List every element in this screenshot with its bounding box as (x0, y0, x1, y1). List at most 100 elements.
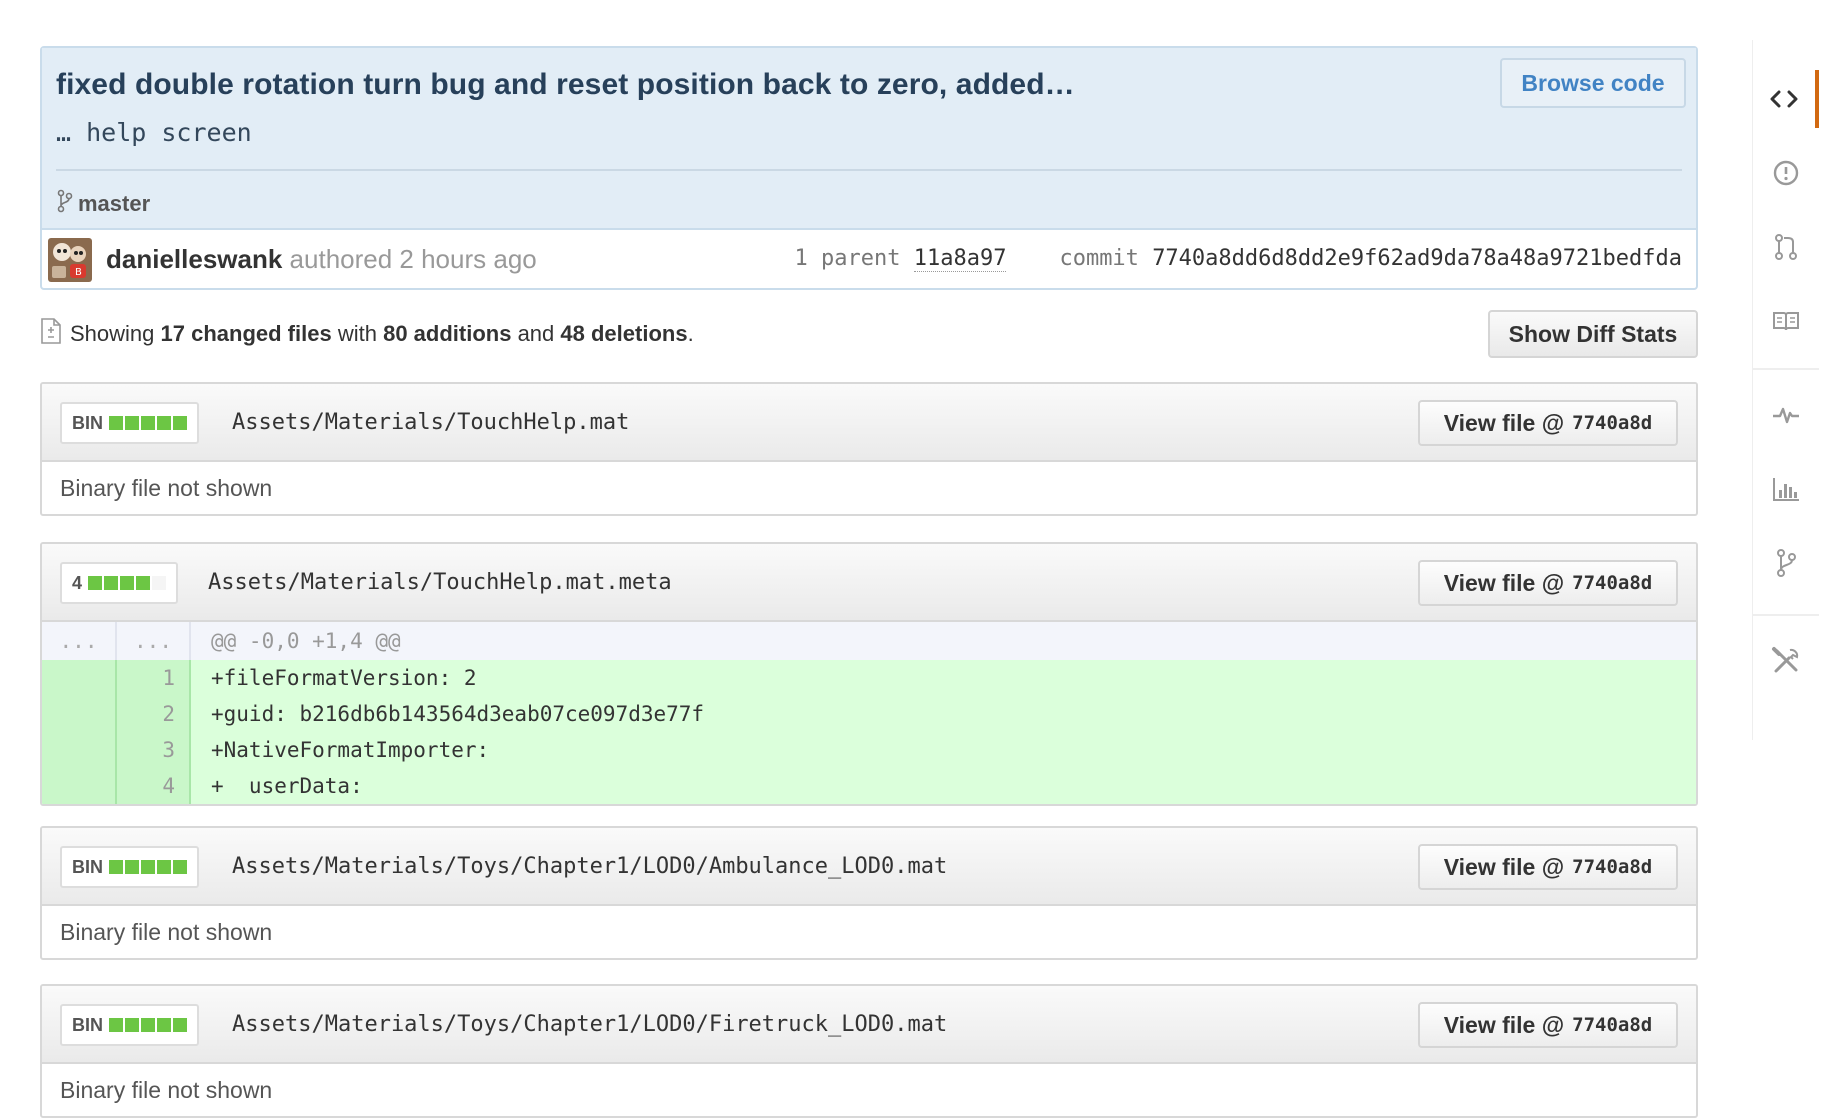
commit-meta: B danielleswank authored 2 hours ago 1 p… (42, 230, 1696, 290)
file-diff: BIN Assets/Materials/TouchHelp.mat View … (40, 382, 1698, 516)
browse-code-button[interactable]: Browse code (1500, 58, 1686, 108)
view-file-sha: 7740a8d (1572, 572, 1653, 594)
line-number-new[interactable]: 2 (116, 696, 191, 732)
file-path[interactable]: Assets/Materials/TouchHelp.mat.meta (208, 570, 672, 595)
diff-file-icon (40, 318, 62, 350)
code-icon[interactable] (1753, 70, 1819, 128)
view-file-sha: 7740a8d (1572, 412, 1653, 434)
view-file-button[interactable]: View file @ 7740a8d (1418, 844, 1678, 890)
graphs-icon[interactable] (1753, 460, 1819, 518)
commit-sha: 7740a8dd6d8dd2e9f62ad9da78a48a9721bedfda (1152, 246, 1682, 271)
view-file-label: View file @ (1443, 569, 1565, 596)
commit-title-area: fixed double rotation turn bug and reset… (42, 48, 1696, 230)
binary-notice: Binary file not shown (60, 1076, 273, 1103)
diff-line-added: 1 +fileFormatVersion: 2 (42, 660, 1696, 696)
code-line: +NativeFormatImporter: (190, 732, 1696, 768)
branch-name: master (78, 191, 151, 216)
file-path[interactable]: Assets/Materials/Toys/Chapter1/LOD0/Fire… (232, 1012, 947, 1037)
commit-title: fixed double rotation turn bug and reset… (56, 68, 1075, 101)
parent-label: 1 parent (794, 246, 901, 271)
line-number-old[interactable] (42, 696, 117, 732)
view-file-label: View file @ (1443, 409, 1565, 436)
line-number-new[interactable]: 1 (116, 660, 191, 696)
settings-icon[interactable] (1753, 632, 1819, 690)
diff-stat-blocks (88, 576, 167, 590)
diff-stat-blocks (109, 416, 187, 430)
view-file-button[interactable]: View file @ 7740a8d (1418, 560, 1678, 606)
file-header: BIN Assets/Materials/Toys/Chapter1/LOD0/… (42, 828, 1696, 906)
diff-stat-label: 4 (72, 572, 83, 593)
network-icon[interactable] (1753, 534, 1819, 592)
sidebar-divider (1753, 614, 1819, 616)
hunk-header-row: ... ... @@ -0,0 +1,4 @@ (42, 622, 1696, 660)
file-path[interactable]: Assets/Materials/TouchHelp.mat (232, 410, 629, 435)
wiki-icon[interactable] (1753, 292, 1819, 350)
author-name[interactable]: danielleswank (106, 244, 282, 274)
repo-sidebar (1752, 40, 1824, 740)
diff-stat-label: BIN (72, 856, 103, 877)
parent-sha-link[interactable]: 11a8a97 (913, 246, 1007, 272)
diff-stat-label: BIN (72, 1014, 103, 1035)
diff-stat-badge: BIN (60, 402, 199, 444)
deletions-count: 48 deletions (560, 321, 688, 346)
code-line: + userData: (190, 768, 1696, 804)
summary-with: with (337, 321, 377, 346)
binary-notice: Binary file not shown (60, 474, 273, 501)
line-number-old[interactable] (42, 768, 117, 804)
diff-stat-label: BIN (72, 412, 103, 433)
view-file-label: View file @ (1443, 853, 1565, 880)
diff-stat-blocks (109, 860, 187, 874)
avatar[interactable]: B (48, 238, 92, 282)
additions-count: 80 additions (383, 321, 512, 346)
file-diff: BIN Assets/Materials/Toys/Chapter1/LOD0/… (40, 984, 1698, 1118)
line-number-new[interactable]: 3 (116, 732, 191, 768)
show-diff-stats-button[interactable]: Show Diff Stats (1488, 310, 1698, 358)
view-file-label: View file @ (1443, 1011, 1565, 1038)
line-number-new[interactable]: ... (116, 622, 191, 660)
author-line: danielleswank authored 2 hours ago (106, 244, 537, 275)
binary-notice: Binary file not shown (60, 918, 273, 945)
diff-stat-blocks (109, 1018, 187, 1032)
file-header: BIN Assets/Materials/Toys/Chapter1/LOD0/… (42, 986, 1696, 1064)
file-header: 4 Assets/Materials/TouchHelp.mat.meta Vi… (42, 544, 1696, 622)
diff-stat-badge: 4 (60, 562, 179, 604)
summary-suffix: . (687, 321, 694, 346)
file-path[interactable]: Assets/Materials/Toys/Chapter1/LOD0/Ambu… (232, 854, 947, 879)
view-file-sha: 7740a8d (1572, 856, 1653, 878)
commit-shas: 1 parent 11a8a97 commit 7740a8dd6d8dd2e9… (794, 246, 1682, 272)
pull-request-icon[interactable] (1753, 218, 1819, 276)
svg-text:B: B (75, 267, 82, 278)
pulse-icon[interactable] (1753, 386, 1819, 444)
commit-label: commit (1059, 246, 1139, 271)
code-line: +guid: b216db6b143564d3eab07ce097d3e77f (190, 696, 1696, 732)
diff-line-added: 2 +guid: b216db6b143564d3eab07ce097d3e77… (42, 696, 1696, 732)
hunk-header: @@ -0,0 +1,4 @@ (190, 622, 1696, 660)
divider (56, 169, 1682, 171)
file-diff: 4 Assets/Materials/TouchHelp.mat.meta Vi… (40, 542, 1698, 806)
file-header: BIN Assets/Materials/TouchHelp.mat View … (42, 384, 1696, 462)
line-number-old[interactable]: ... (42, 622, 117, 660)
issues-icon[interactable] (1753, 144, 1819, 202)
view-file-button[interactable]: View file @ 7740a8d (1418, 1002, 1678, 1048)
diff-stat-badge: BIN (60, 1004, 199, 1046)
commit-description: … help screen (56, 118, 252, 147)
diff-summary: Showing 17 changed files with 80 additio… (40, 318, 694, 350)
view-file-sha: 7740a8d (1572, 1014, 1653, 1036)
changed-files-count[interactable]: 17 changed files (161, 321, 332, 346)
line-number-new[interactable]: 4 (116, 768, 191, 804)
branch-icon (56, 189, 74, 219)
sidebar-divider (1753, 368, 1819, 370)
authored-time: authored 2 hours ago (289, 244, 537, 274)
code-line: +fileFormatVersion: 2 (190, 660, 1696, 696)
view-file-button[interactable]: View file @ 7740a8d (1418, 400, 1678, 446)
branch-label[interactable]: master (56, 189, 150, 219)
summary-prefix: Showing (70, 321, 155, 346)
line-number-old[interactable] (42, 732, 117, 768)
line-number-old[interactable] (42, 660, 117, 696)
diff-line-added: 4 + userData: (42, 768, 1696, 804)
commit-header: fixed double rotation turn bug and reset… (40, 46, 1698, 290)
diff-stat-badge: BIN (60, 846, 199, 888)
diff-table: ... ... @@ -0,0 +1,4 @@ 1 +fileFormatVer… (42, 622, 1696, 804)
diff-line-added: 3 +NativeFormatImporter: (42, 732, 1696, 768)
summary-and: and (517, 321, 555, 346)
